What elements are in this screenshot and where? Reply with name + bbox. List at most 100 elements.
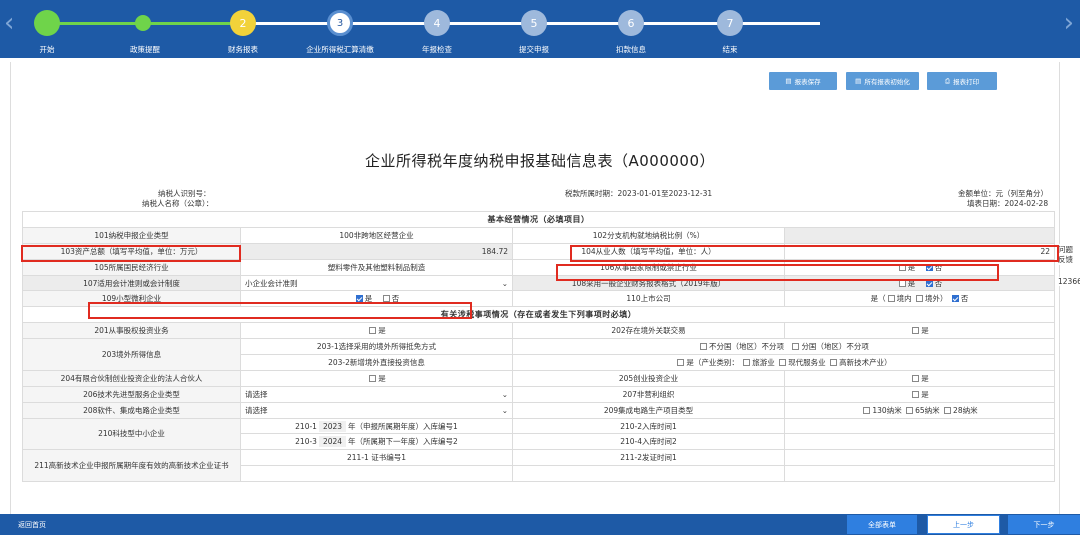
next-step-button[interactable]: 下一步 — [1008, 515, 1080, 534]
row-102-value[interactable] — [784, 226, 1055, 244]
row-211-2-label: 211-2发证时间1 — [512, 449, 785, 467]
step-4-circle[interactable]: 4 — [424, 10, 450, 36]
home-button[interactable]: 返回首页 — [0, 515, 64, 534]
row-204-label: 204有限合伙制创业投资企业的法人合伙人 — [22, 369, 241, 387]
chevron-left-icon[interactable]: ‹ — [4, 8, 14, 38]
row-107-label: 107适用会计准则或会计制度 — [22, 274, 241, 292]
row-205-options: 是 — [784, 369, 1055, 387]
row-205-label: 205创业投资企业 — [512, 369, 785, 387]
row-211-1-label: 211-1 证书编号1 — [240, 449, 513, 467]
modern-service-checkbox[interactable] — [779, 358, 787, 366]
row-210-2-value[interactable] — [784, 417, 1055, 435]
row-209-label: 209集成电路生产项目类型 — [512, 401, 785, 419]
row-210-3-cell: 210-3 2024 年（所属期下一年度）入库编号2 — [240, 433, 513, 451]
row-209-65nm-checkbox[interactable] — [906, 406, 914, 414]
highlight-row-104 — [570, 245, 1059, 262]
row-211-2-value[interactable] — [784, 449, 1055, 467]
page-title: 企业所得税年度纳税申报基础信息表（A000000） — [364, 152, 716, 170]
step-label-submit: 提交申报 — [519, 45, 549, 54]
hightech-checkbox[interactable] — [830, 358, 838, 366]
printer-icon: ⎙ — [944, 76, 951, 85]
chevron-right-icon[interactable]: › — [1064, 8, 1074, 38]
row-103-value: 184.72 — [240, 242, 513, 260]
row-110-overseas-checkbox[interactable] — [916, 295, 923, 303]
chevron-down-icon: ⌄ — [501, 405, 508, 415]
row-201-yes-checkbox[interactable] — [369, 327, 377, 335]
step-label-check: 年报检查 — [422, 45, 452, 54]
highlight-row-106 — [556, 264, 999, 281]
row-203-1-option1-checkbox[interactable] — [700, 343, 708, 351]
row-201-options: 是 — [240, 322, 513, 340]
row-101-label: 101纳税申报企业类型 — [22, 226, 241, 244]
row-110-options: 是（ 境内 境外） 否 — [784, 290, 1055, 308]
step-policy-dot[interactable] — [135, 15, 151, 31]
step-7-circle[interactable]: 7 — [717, 10, 743, 36]
row-204-options: 是 — [240, 369, 513, 387]
hotline-number: 12366 — [1058, 277, 1080, 286]
row-110-no-checkbox[interactable] — [951, 295, 959, 303]
chevron-down-icon: ⌄ — [501, 389, 508, 399]
row-102-label: 102分支机构就地纳税比例（%） — [512, 226, 785, 244]
row-107-select[interactable]: 小企业会计准则 ⌄ — [240, 274, 513, 292]
step-5-circle[interactable]: 5 — [521, 10, 547, 36]
feedback-tab-line2[interactable]: 反馈 — [1058, 254, 1080, 265]
step-label-deduction: 扣款信息 — [616, 45, 646, 54]
row-204-yes-checkbox[interactable] — [369, 374, 377, 382]
step-label-policy: 政策提醒 — [130, 45, 160, 54]
row-209-130nm-checkbox[interactable] — [863, 406, 871, 414]
row-110-domestic-checkbox[interactable] — [887, 295, 895, 303]
highlight-row-103 — [21, 245, 241, 262]
row-209-28nm-checkbox[interactable] — [944, 406, 952, 414]
row-207-label: 207非营利组织 — [512, 385, 785, 403]
step-3-circle[interactable]: 3 — [327, 10, 353, 36]
tourism-checkbox[interactable] — [743, 358, 751, 366]
save-report-button[interactable]: ▤ 报表保存 — [769, 72, 837, 90]
row-202-options: 是 — [784, 322, 1055, 340]
row-210-1-year-input[interactable]: 2023 — [318, 420, 347, 432]
row-203-1-label: 203-1选择采用的境外所得抵免方式 — [240, 338, 513, 356]
row-209-options: 130纳米 65纳米 28纳米 — [784, 401, 1055, 419]
step-2-circle[interactable]: 2 — [230, 10, 256, 36]
row-203-1-option2-checkbox[interactable] — [792, 343, 800, 351]
row-203-label: 203境外所得信息 — [22, 338, 241, 371]
row-203-2-yes-checkbox[interactable] — [677, 358, 685, 366]
row-207-yes-checkbox[interactable] — [912, 390, 920, 398]
step-label-end: 结束 — [722, 45, 738, 54]
row-101-value: 100非跨地区经营企业 — [240, 226, 513, 244]
step-label-financial: 财务报表 — [228, 45, 258, 54]
row-206-select[interactable]: 请选择 ⌄ — [240, 385, 513, 403]
row-210-label: 210科技型中小企业 — [22, 417, 241, 451]
print-report-button[interactable]: ⎙ 报表打印 — [927, 72, 997, 90]
row-210-4-label: 210-4入库时间2 — [512, 433, 785, 451]
init-all-reports-button[interactable]: ▤ 所有报表初始化 — [846, 72, 919, 90]
row-105-value: 塑料零件及其他塑料制品制造 — [240, 258, 513, 276]
row-201-label: 201从事股权投资业务 — [22, 322, 241, 340]
progress-line-todo — [340, 22, 820, 25]
section-basic-header: 基本经营情况（必填项目） — [22, 211, 1055, 228]
row-210-4-value[interactable] — [784, 433, 1055, 451]
row-211-label: 211高新技术企业申报所属期年度有效的高新技术企业证书 — [22, 449, 241, 483]
step-6-circle[interactable]: 6 — [618, 10, 644, 36]
row-208-label: 208软件、集成电路企业类型 — [22, 401, 241, 419]
row-202-label: 202存在境外关联交易 — [512, 322, 785, 340]
row-210-1-cell: 210-1 2023 年（申报所属期年度）入库编号1 — [240, 417, 513, 435]
prev-step-button[interactable]: 上一步 — [927, 515, 1000, 534]
highlight-row-109 — [88, 302, 472, 319]
fill-date: 填表日期：2024-02-28 — [967, 199, 1049, 208]
row-210-2-label: 210-2入库时间1 — [512, 417, 785, 435]
row-202-yes-checkbox[interactable] — [912, 327, 920, 335]
row-205-yes-checkbox[interactable] — [912, 374, 920, 382]
row-207-options: 是 — [784, 385, 1055, 403]
row-208-select[interactable]: 请选择 ⌄ — [240, 401, 513, 419]
save-icon: ▤ — [785, 77, 792, 85]
step-label-settlement: 企业所得税汇算清缴 — [306, 45, 374, 54]
progress-line-current — [243, 22, 340, 25]
row-206-label: 206技术先进型服务企业类型 — [22, 385, 241, 403]
row-203-1-options: 不分国（地区）不分项 分国（地区）不分项 — [512, 338, 1055, 356]
all-forms-button[interactable]: 全部表单 — [847, 515, 917, 534]
taxpayer-name-label: 纳税人名称（公章）： — [142, 199, 214, 208]
row-203-2-options: 是（产业类别： 旅游业 现代服务业 高新技术产业） — [512, 354, 1055, 371]
bottom-action-bar — [0, 514, 1080, 535]
row-210-3-year-input[interactable]: 2024 — [318, 436, 347, 448]
step-1-circle[interactable] — [34, 10, 60, 36]
